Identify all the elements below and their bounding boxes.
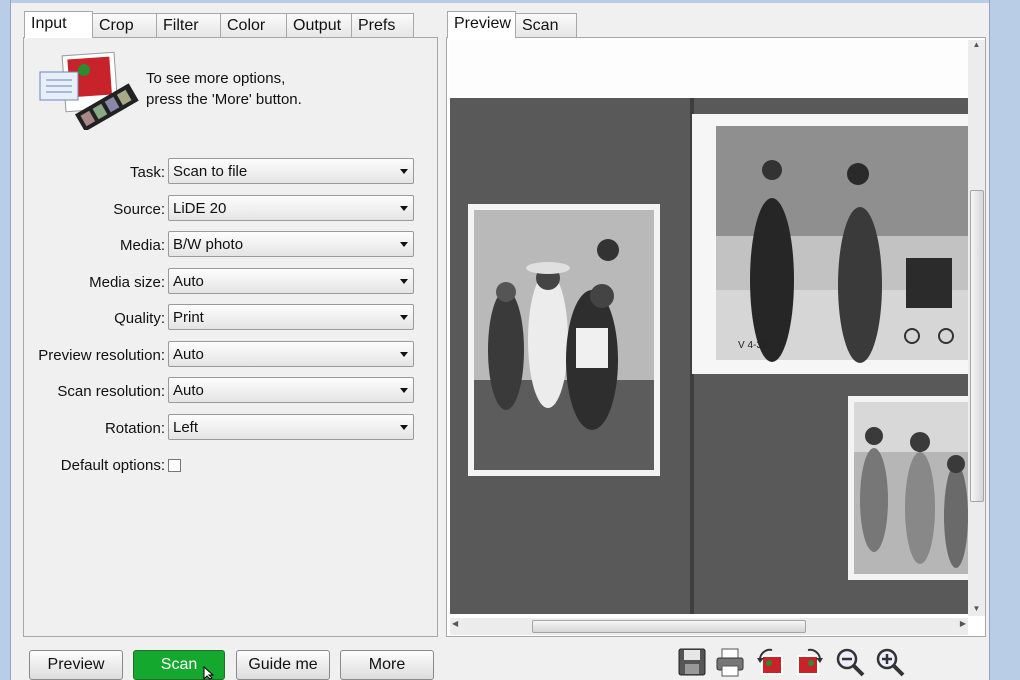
rotation-select[interactable]: Left	[168, 414, 414, 440]
task-label: Task:	[129, 164, 165, 181]
chevron-down-icon	[400, 352, 408, 357]
tab-label: Output	[293, 17, 342, 34]
vertical-scroll-thumb[interactable]	[970, 190, 984, 502]
task-value: Scan to file	[173, 163, 248, 180]
media-value: B/W photo	[173, 236, 244, 253]
media-size-label: Media size:	[89, 274, 165, 291]
rotate-left-icon[interactable]	[754, 646, 786, 678]
guide-me-button[interactable]: Guide me	[236, 650, 330, 680]
rotation-value: Left	[173, 419, 199, 436]
preview-button[interactable]: Preview	[29, 650, 123, 680]
default-options-checkbox[interactable]	[168, 459, 181, 472]
media-size-value: Auto	[173, 273, 204, 290]
tab-label: Preview	[454, 15, 511, 32]
mouse-cursor-icon	[203, 666, 215, 680]
zoom-out-icon[interactable]	[834, 646, 866, 678]
photo-2: V 4-32	[692, 114, 968, 374]
rotate-right-icon[interactable]	[794, 646, 826, 678]
photo-scan-icon	[39, 51, 139, 130]
tab-label: Crop	[99, 17, 134, 34]
source-select[interactable]: LiDE 20	[168, 195, 414, 221]
print-icon[interactable]	[714, 646, 746, 678]
source-value: LiDE 20	[173, 200, 227, 217]
tab-label: Filter	[163, 17, 199, 34]
preview-resolution-value: Auto	[173, 346, 204, 363]
save-icon[interactable]	[676, 646, 708, 678]
scan-resolution-value: Auto	[173, 382, 204, 399]
chevron-down-icon	[400, 242, 408, 247]
scan-resolution-label: Scan resolution:	[57, 383, 165, 400]
tab-crop[interactable]: Crop	[92, 13, 157, 37]
more-button[interactable]: More	[340, 650, 434, 680]
info-text: To see more options, press the 'More' bu…	[146, 68, 416, 110]
preview-resolution-select[interactable]: Auto	[168, 341, 414, 367]
chevron-down-icon	[400, 315, 408, 320]
tab-input[interactable]: Input	[24, 11, 93, 38]
window-frame-top	[0, 0, 1020, 3]
preview-image[interactable]: V 4-32	[450, 40, 968, 614]
tab-output[interactable]: Output	[286, 13, 352, 37]
more-button-label: More	[368, 656, 406, 673]
scroll-up-icon[interactable]: ▲	[969, 40, 984, 52]
scroll-left-icon[interactable]: ◀	[452, 619, 458, 628]
window-frame-right	[989, 0, 1020, 680]
preview-button-label: Preview	[47, 656, 105, 673]
scroll-right-icon[interactable]: ▶	[960, 619, 966, 628]
media-label: Media:	[119, 237, 165, 254]
preview-resolution-label: Preview resolution:	[38, 347, 165, 364]
tab-label: Input	[31, 15, 67, 32]
photo-3	[848, 396, 968, 580]
default-options-label: Default options:	[60, 457, 165, 474]
info-line-2: press the 'More' button.	[146, 91, 302, 108]
info-line-1: To see more options,	[146, 70, 286, 87]
vertical-scrollbar[interactable]: ▲ ▼	[968, 40, 985, 616]
chevron-down-icon	[400, 388, 408, 393]
source-label: Source:	[113, 201, 165, 218]
horizontal-scrollbar[interactable]: ◀ ▶	[450, 618, 968, 635]
guide-me-button-label: Guide me	[248, 656, 318, 673]
window-frame-left	[0, 0, 11, 680]
tab-label: Color	[227, 17, 266, 34]
rotation-label: Rotation:	[104, 420, 165, 437]
tab-filter[interactable]: Filter	[156, 13, 221, 37]
tab-color[interactable]: Color	[220, 13, 287, 37]
scroll-down-icon[interactable]: ▼	[969, 604, 984, 616]
print-code-label: V 4-32	[738, 340, 768, 351]
quality-value: Print	[173, 309, 204, 326]
tab-prefs[interactable]: Prefs	[351, 13, 414, 37]
tab-label: Scan	[522, 17, 559, 34]
scan-button-label: Scan	[160, 656, 198, 673]
tab-scan[interactable]: Scan	[515, 13, 577, 37]
tab-label: Prefs	[358, 17, 396, 34]
horizontal-scroll-thumb[interactable]	[532, 620, 806, 633]
media-size-select[interactable]: Auto	[168, 268, 414, 294]
tab-preview[interactable]: Preview	[447, 11, 516, 38]
zoom-in-icon[interactable]	[874, 646, 906, 678]
quality-select[interactable]: Print	[168, 304, 414, 330]
chevron-down-icon	[400, 425, 408, 430]
chevron-down-icon	[400, 169, 408, 174]
quality-label: Quality:	[114, 310, 165, 327]
scan-resolution-select[interactable]: Auto	[168, 377, 414, 403]
chevron-down-icon	[400, 279, 408, 284]
task-select[interactable]: Scan to file	[168, 158, 414, 184]
photo-1	[468, 204, 660, 476]
media-select[interactable]: B/W photo	[168, 231, 414, 257]
chevron-down-icon	[400, 206, 408, 211]
